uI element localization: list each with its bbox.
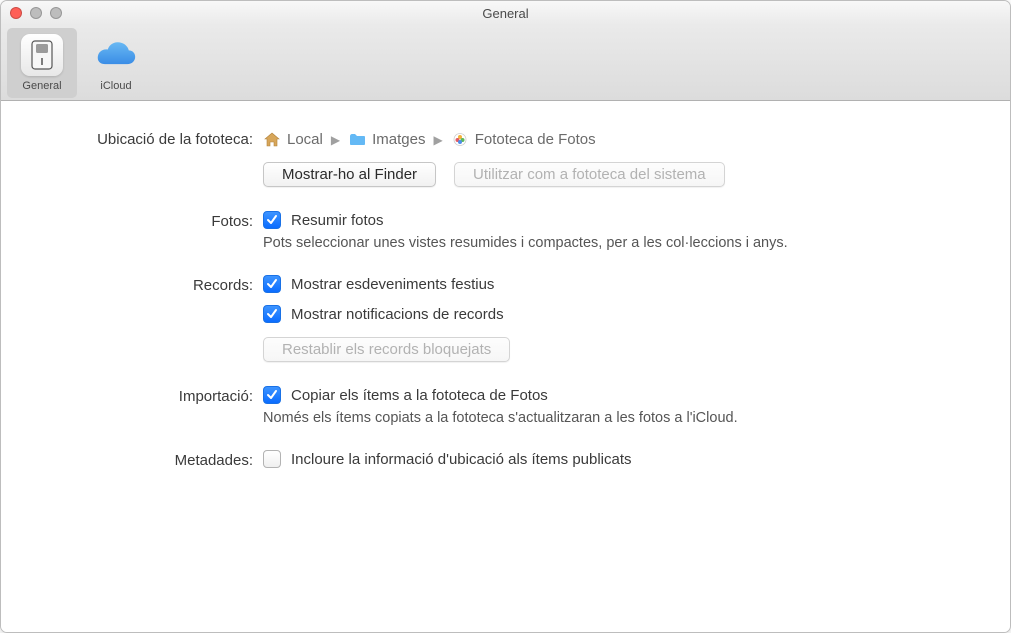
use-system-library-button[interactable]: Utilitzar com a fototeca del sistema <box>454 162 725 187</box>
minimize-button[interactable] <box>30 7 42 19</box>
breadcrumb: Local ▶ Imatges ▶ Fototeca de Fotos <box>263 129 988 148</box>
cloud-icon <box>95 34 137 76</box>
content-pane: Ubicació de la fototeca: Local ▶ Imatges… <box>1 101 1010 632</box>
preferences-window: General General <box>0 0 1011 633</box>
label-library-location: Ubicació de la fototeca: <box>23 129 263 148</box>
include-location-label: Incloure la informació d'ubicació als ít… <box>291 451 632 468</box>
row-library-location: Ubicació de la fototeca: Local ▶ Imatges… <box>23 129 988 187</box>
summarize-photos-label: Resumir fotos <box>291 212 384 229</box>
crumb-images: Imatges <box>372 131 425 148</box>
label-metadata: Metadades: <box>23 450 263 469</box>
show-holiday-events-checkbox[interactable] <box>263 275 281 293</box>
home-icon <box>263 132 281 148</box>
window-title: General <box>1 6 1010 21</box>
row-records: Records: Mostrar esdeveniments festius M… <box>23 275 988 362</box>
row-metadata: Metadades: Incloure la informació d'ubic… <box>23 450 988 469</box>
tab-general[interactable]: General <box>7 28 77 98</box>
zoom-button[interactable] <box>50 7 62 19</box>
include-location-checkbox[interactable] <box>263 450 281 468</box>
tab-icloud-label: iCloud <box>100 80 131 92</box>
copy-items-checkbox[interactable] <box>263 386 281 404</box>
label-records: Records: <box>23 275 263 294</box>
chevron-right-icon: ▶ <box>433 133 442 147</box>
toolbar: General iCloud <box>1 25 1010 101</box>
show-holiday-events-label: Mostrar esdeveniments festius <box>291 276 494 293</box>
titlebar: General <box>1 1 1010 25</box>
close-button[interactable] <box>10 7 22 19</box>
row-photos: Fotos: Resumir fotos Pots seleccionar un… <box>23 211 988 251</box>
copy-items-label: Copiar els ítems a la fototeca de Fotos <box>291 387 548 404</box>
folder-icon <box>348 132 366 148</box>
label-photos: Fotos: <box>23 211 263 230</box>
show-memories-notifications-label: Mostrar notificacions de records <box>291 306 504 323</box>
show-in-finder-button[interactable]: Mostrar-ho al Finder <box>263 162 436 187</box>
chevron-right-icon: ▶ <box>331 133 340 147</box>
tab-icloud[interactable]: iCloud <box>81 28 151 98</box>
traffic-lights <box>10 7 62 19</box>
crumb-fototeca: Fototeca de Fotos <box>475 131 596 148</box>
summarize-photos-desc: Pots seleccionar unes vistes resumides i… <box>263 235 988 251</box>
tab-general-label: General <box>22 80 61 92</box>
photos-icon <box>451 132 469 148</box>
crumb-local: Local <box>287 131 323 148</box>
row-import: Importació: Copiar els ítems a la fotote… <box>23 386 988 426</box>
switch-icon <box>21 34 63 76</box>
show-memories-notifications-checkbox[interactable] <box>263 305 281 323</box>
reset-blocked-memories-button[interactable]: Restablir els records bloquejats <box>263 337 510 362</box>
copy-items-desc: Només els ítems copiats a la fototeca s'… <box>263 410 988 426</box>
label-import: Importació: <box>23 386 263 405</box>
summarize-photos-checkbox[interactable] <box>263 211 281 229</box>
